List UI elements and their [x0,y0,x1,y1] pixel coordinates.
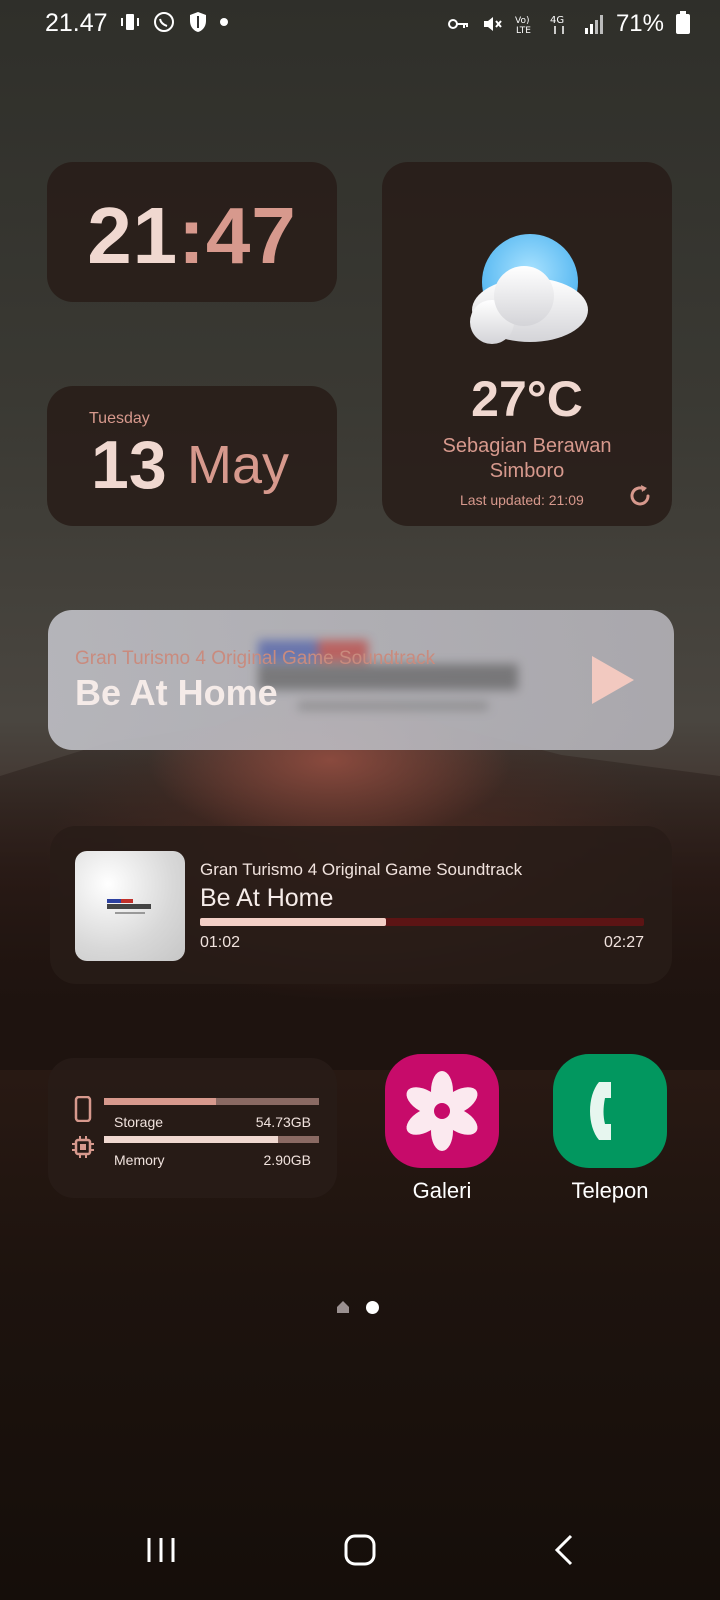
music-progress-fill [200,918,387,926]
volte-icon: Vo)LTE [515,16,531,36]
music-title: Be At Home [200,884,334,912]
weather-condition-text: Sebagian Berawan [442,435,612,457]
weather-last-updated: Last updated: 21:09 [460,492,584,508]
refresh-icon[interactable] [626,482,654,510]
app-telepon[interactable]: Telepon [545,1054,675,1204]
flower-icon [406,1071,478,1151]
battery-percent: 71% [615,10,664,37]
home-page-icon[interactable] [336,1300,350,1314]
app-galeri[interactable]: Galeri [377,1054,507,1204]
vpn-key-icon [447,19,468,29]
storage-label: Storage [114,1114,164,1130]
music-duration: 02:27 [603,934,644,951]
clock-widget[interactable]: 21:47 [47,162,337,302]
date-month: May [187,435,290,495]
memory-chip-icon [72,1136,94,1158]
music-widget-large[interactable]: Gran Turismo 4 Original Game Soundtrack … [48,610,674,750]
app-label: Telepon [571,1178,649,1203]
memory-value: 2.90GB [263,1152,311,1168]
storage-fill [104,1098,216,1105]
music-album: Gran Turismo 4 Original Game Soundtrack [75,648,436,669]
svg-text:LTE: LTE [516,26,531,36]
storage-bar [104,1098,319,1105]
music-album: Gran Turismo 4 Original Game Soundtrack [200,860,523,879]
date-day: 13 [91,427,167,503]
page-dot-active[interactable] [366,1300,379,1314]
svg-text:Vo): Vo) [515,16,529,26]
mute-icon [483,17,502,31]
shield-icon [190,12,206,32]
music-widget-small[interactable]: Gran Turismo 4 Original Game Soundtrack … [50,826,672,984]
svg-text:4G: 4G [550,15,564,26]
clock-hour: 21 [87,191,179,280]
vibrate-icon [121,14,139,30]
notification-dot-icon [220,18,228,26]
clock-separator: : [178,191,206,280]
handset-icon [590,1082,611,1140]
4g-icon: 4G [550,15,564,34]
phone-app-icon [553,1054,667,1168]
back-icon[interactable] [545,1530,585,1570]
album-art [75,851,185,961]
signal-icon [584,15,603,34]
memory-label: Memory [114,1152,165,1168]
memory-bar [104,1136,319,1143]
battery-icon [676,11,690,34]
gallery-app-icon [385,1054,499,1168]
play-icon[interactable] [588,654,638,706]
recent-apps-icon[interactable] [141,1530,181,1570]
status-bar: 21.47 Vo) LTE 4G 71% [0,0,720,48]
phone-storage-icon [74,1096,92,1122]
weather-temperature: 27°C [471,371,583,427]
weather-location: Simboro [489,460,565,482]
music-current-time: 01:02 [200,934,241,951]
page-indicator [336,1300,379,1314]
music-progress-bar[interactable] [200,918,644,926]
gt4-logo [107,899,151,914]
album-logo-blurred [258,640,518,710]
storage-value: 54.73GB [255,1114,311,1130]
clock-minute: 47 [205,191,297,280]
app-label: Galeri [412,1178,472,1203]
weather-condition: Sebagian Berawan Simboro [382,434,672,484]
date-widget[interactable]: Tuesday 13 May [47,386,337,526]
music-title: Be At Home [75,672,278,713]
status-time: 21.47 [45,9,108,37]
home-button-icon[interactable] [340,1530,380,1570]
device-care-widget[interactable]: Storage 54.73GB Memory 2.90GB [48,1058,337,1198]
partly-cloudy-icon [470,234,588,344]
clock-time: 21:47 [47,190,337,282]
memory-fill [104,1136,279,1143]
whatsapp-icon [154,12,174,32]
navigation-bar [0,1530,720,1580]
weather-widget[interactable]: 27°C Sebagian Berawan Simboro Last updat… [382,162,672,526]
